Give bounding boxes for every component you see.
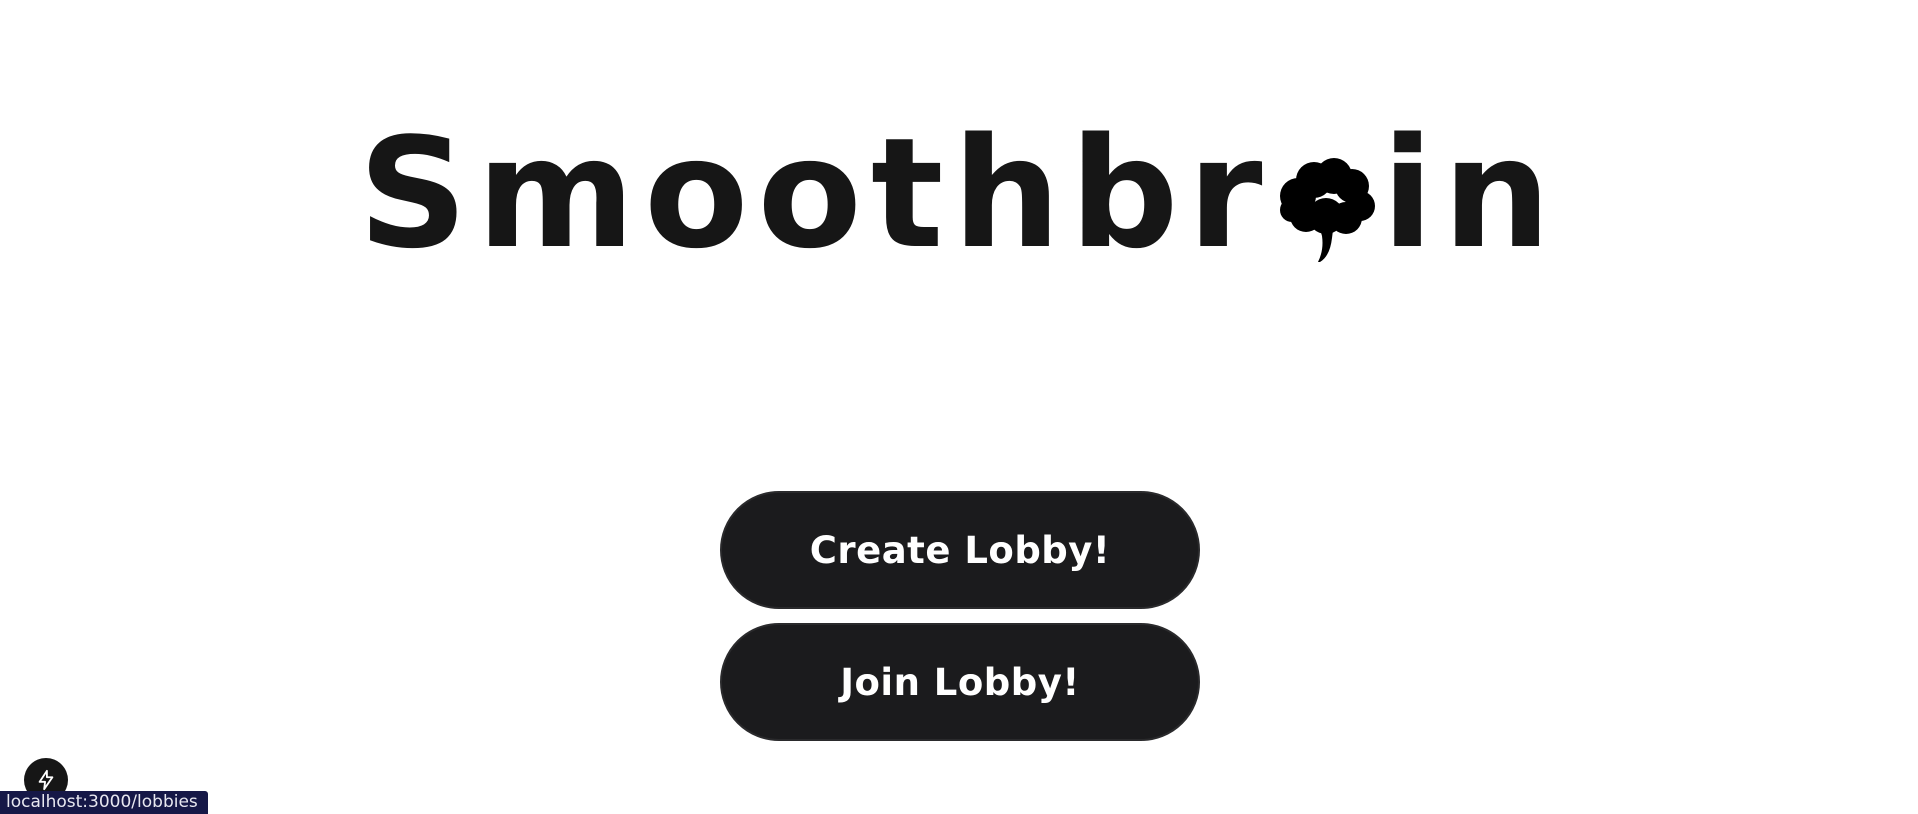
create-lobby-label: Create Lobby!: [809, 528, 1111, 572]
join-lobby-label: Join Lobby!: [840, 660, 1080, 704]
join-lobby-button[interactable]: Join Lobby!: [720, 623, 1200, 741]
brain-icon: [1279, 158, 1375, 262]
logo-text-start: Smoothbr: [358, 105, 1272, 282]
status-bar-url: localhost:3000/lobbies: [0, 791, 208, 814]
create-lobby-button[interactable]: Create Lobby!: [720, 491, 1200, 609]
app-logo: Smoothbr in: [0, 118, 1918, 270]
lightning-bolt-icon: [38, 769, 54, 791]
logo-text-end: in: [1381, 105, 1560, 282]
